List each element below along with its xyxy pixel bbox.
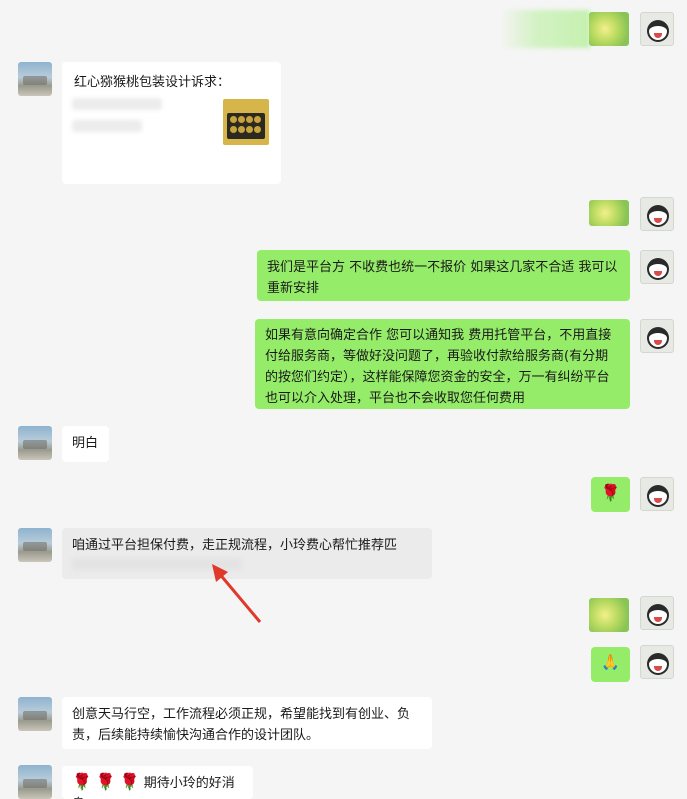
- blurred-message: [500, 10, 590, 48]
- sticker-message[interactable]: [589, 12, 629, 46]
- avatar-face: [647, 653, 669, 675]
- avatar-other[interactable]: [18, 528, 52, 562]
- avatar-face: [647, 485, 669, 507]
- message-bubble[interactable]: 🌹🌹🌹期待小玲的好消息: [62, 766, 253, 799]
- message-bubble[interactable]: 🙏: [591, 647, 630, 682]
- message-text: 如果有意向确定合作 您可以通知我 费用托管平台，不用直接付给服务商，等做好没问题…: [265, 328, 612, 406]
- gift-box-image: [227, 113, 265, 139]
- message-text: 咱通过平台担保付费，走正规流程，小玲费心帮忙推荐匹: [72, 538, 398, 553]
- avatar-face: [647, 604, 669, 626]
- rose-emoji-icon: 🌹: [95, 772, 116, 791]
- avatar-self[interactable]: [640, 645, 674, 679]
- avatar-face: [647, 205, 669, 227]
- rose-emoji-icon: 🌹: [119, 772, 140, 791]
- avatar-self[interactable]: [640, 596, 674, 630]
- message-text: 红心猕猴桃包装设计诉求：: [74, 75, 231, 90]
- folded-hands-emoji-icon: 🙏: [601, 653, 620, 671]
- avatar-face: [647, 20, 669, 42]
- avatar-self[interactable]: [640, 250, 674, 284]
- avatar-other[interactable]: [18, 62, 52, 96]
- rose-emoji-icon: 🌹: [600, 483, 621, 502]
- message-text: 明白: [72, 436, 99, 451]
- message-bubble[interactable]: 我们是平台方 不收费也统一不报价 如果这几家不合适 我可以重新安排: [257, 250, 630, 301]
- blurred-text: [72, 120, 142, 132]
- message-bubble[interactable]: 如果有意向确定合作 您可以通知我 费用托管平台，不用直接付给服务商，等做好没问题…: [255, 319, 630, 409]
- avatar-other[interactable]: [18, 697, 52, 731]
- message-text: 我们是平台方 不收费也统一不报价 如果这几家不合适 我可以重新安排: [267, 260, 618, 296]
- avatar-self[interactable]: [640, 319, 674, 353]
- product-image-thumbnail[interactable]: [223, 99, 269, 145]
- avatar-self[interactable]: [640, 477, 674, 511]
- avatar-other[interactable]: [18, 426, 52, 460]
- message-bubble[interactable]: 明白: [62, 426, 109, 462]
- red-arrow-annotation-icon: [212, 564, 262, 623]
- arrow-shaft: [216, 571, 262, 623]
- message-bubble[interactable]: 创意天马行空，工作流程必须正规，希望能找到有创业、负责，后续能持续愉快沟通合作的…: [62, 697, 432, 749]
- sticker-message[interactable]: [589, 200, 629, 226]
- rose-emoji-icon: 🌹: [72, 772, 92, 791]
- avatar-self[interactable]: [640, 12, 674, 46]
- avatar-other[interactable]: [18, 765, 52, 799]
- avatar-self[interactable]: [640, 197, 674, 231]
- avatar-face: [647, 258, 669, 280]
- message-text: 创意天马行空，工作流程必须正规，希望能找到有创业、负责，后续能持续愉快沟通合作的…: [72, 707, 411, 743]
- blurred-text: [72, 98, 162, 110]
- message-bubble[interactable]: 🌹: [591, 477, 630, 512]
- avatar-face: [647, 327, 669, 349]
- sticker-message[interactable]: [589, 598, 629, 632]
